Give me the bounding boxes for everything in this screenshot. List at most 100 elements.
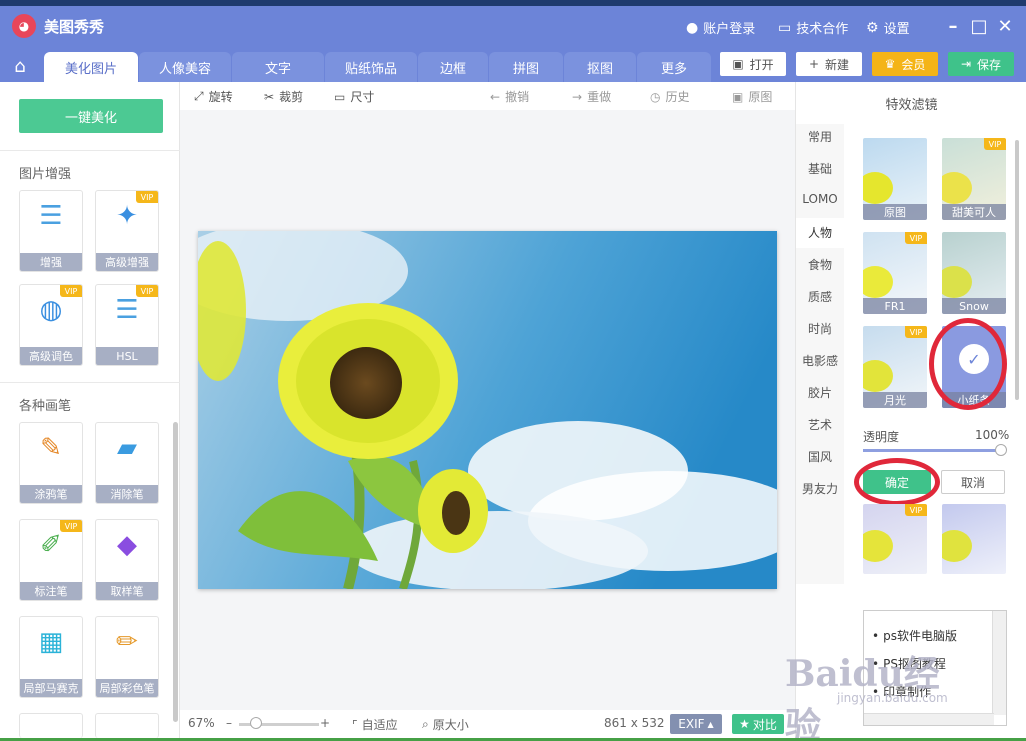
magic-wand-icon: ✦	[116, 201, 138, 231]
maximize-button[interactable]: □	[966, 14, 992, 38]
baidu-watermark: Baidu经验 jingyan.baidu.com	[785, 645, 975, 741]
filter-more-1[interactable]: VIP	[863, 504, 927, 574]
category-lomo[interactable]: LOMO	[796, 192, 844, 206]
save-button[interactable]: ⇥ 保存	[948, 52, 1014, 76]
fit-button[interactable]: ⌜ 自适应	[352, 716, 398, 733]
actual-size-button[interactable]: ⌕ 原大小	[422, 716, 469, 733]
export-icon: ⇥	[960, 57, 972, 71]
cancel-button[interactable]: 取消	[941, 470, 1005, 494]
popup-item[interactable]: • ps软件电脑版	[872, 627, 957, 644]
compare-button[interactable]: ★ 对比	[732, 714, 784, 734]
tab-portrait[interactable]: 人像美容	[139, 52, 231, 82]
filter-sweet[interactable]: VIP 甜美可人	[942, 138, 1006, 220]
filter-thumb-flower	[863, 530, 893, 562]
category-film[interactable]: 胶片	[796, 384, 844, 401]
tool-doodle-brush[interactable]: ✎ 涂鸦笔	[19, 422, 83, 504]
filter-scrollbar[interactable]	[1015, 140, 1019, 400]
minimize-button[interactable]: –	[940, 14, 966, 38]
tab-more[interactable]: 更多	[637, 52, 711, 82]
filter-more-2[interactable]	[942, 504, 1006, 574]
resize-icon: ▭	[334, 89, 346, 104]
filter-original[interactable]: 原图	[863, 138, 927, 220]
filter-label: 月光	[863, 392, 927, 408]
close-button[interactable]: ✕	[992, 14, 1018, 38]
filter-thumb-flower	[942, 530, 972, 562]
tab-collage[interactable]: 拼图	[489, 52, 563, 82]
cooperation-link[interactable]: ▭ 技术合作	[778, 18, 848, 38]
tab-cutout[interactable]: 抠图	[564, 52, 636, 82]
redo-button[interactable]: → 重做	[572, 88, 611, 105]
tool-label: 标注笔	[20, 582, 82, 600]
left-scrollbar[interactable]	[173, 422, 178, 722]
new-button[interactable]: + 新建	[796, 52, 862, 76]
category-art[interactable]: 艺术	[796, 416, 844, 433]
tool-label: 增强	[20, 253, 82, 271]
highlight-circle	[929, 318, 1007, 410]
settings-label: 设置	[883, 22, 910, 37]
zoom-in-button[interactable]: +	[320, 716, 330, 730]
tool-more-1[interactable]	[19, 713, 83, 738]
category-film-look[interactable]: 电影感	[796, 352, 844, 369]
login-link[interactable]: ● 账户登录	[686, 18, 755, 38]
tool-label: HSL	[96, 347, 158, 365]
undo-button[interactable]: ← 撤销	[490, 88, 529, 105]
filter-thumb-flower	[942, 172, 972, 204]
size-button[interactable]: ▭ 尺寸	[334, 88, 374, 105]
member-button[interactable]: ♛ 会员	[872, 52, 938, 76]
tool-more-2[interactable]	[95, 713, 159, 738]
redo-label: 重做	[587, 90, 612, 104]
open-button[interactable]: ▣ 打开	[720, 52, 786, 76]
rotate-icon: ⤢	[194, 89, 204, 103]
image-dimensions: 861 x 532	[604, 716, 665, 730]
home-icon[interactable]: ⌂	[0, 50, 40, 82]
popup-vertical-scrollbar[interactable]	[992, 611, 1006, 715]
tool-label: 高级增强	[96, 253, 158, 271]
tool-enhance[interactable]: ☰ 增强	[19, 190, 83, 272]
exif-button[interactable]: EXIF ▲	[670, 714, 722, 734]
tool-color-brush[interactable]: ✏ 局部彩色笔	[95, 616, 159, 698]
one-key-beautify-button[interactable]: 一键美化	[19, 99, 163, 133]
undo-label: 撤销	[505, 90, 530, 104]
tool-eraser[interactable]: ▰ 消除笔	[95, 422, 159, 504]
tool-annotate-brush[interactable]: VIP ✐ 标注笔	[19, 519, 83, 601]
filter-fr1[interactable]: VIP FR1	[863, 232, 927, 314]
rotate-button[interactable]: ⤢ 旋转	[194, 88, 233, 105]
tool-advanced-enhance[interactable]: VIP ✦ 高级增强	[95, 190, 159, 272]
zoom-slider-handle[interactable]	[250, 717, 262, 729]
tool-mosaic[interactable]: ▦ 局部马赛克	[19, 616, 83, 698]
category-food[interactable]: 食物	[796, 256, 844, 273]
filter-snow[interactable]: Snow	[942, 232, 1006, 314]
gear-icon: ⚙	[866, 19, 879, 36]
open-label: 打开	[749, 57, 774, 72]
tab-stickers[interactable]: 贴纸饰品	[325, 52, 417, 82]
opacity-slider-handle[interactable]	[995, 444, 1007, 456]
zoom-out-button[interactable]: –	[226, 716, 232, 730]
filter-thumb-flower	[863, 266, 893, 298]
category-boyfriend[interactable]: 男友力	[796, 480, 844, 497]
original-button[interactable]: ▣ 原图	[732, 88, 772, 105]
fit-label: 自适应	[361, 718, 398, 732]
tool-advanced-color[interactable]: VIP ◍ 高级调色	[19, 284, 83, 366]
category-common[interactable]: 常用	[796, 128, 844, 145]
opacity-slider-track[interactable]	[863, 449, 1003, 452]
vip-badge: VIP	[905, 232, 927, 244]
tab-text[interactable]: 文字	[232, 52, 324, 82]
category-fashion[interactable]: 时尚	[796, 320, 844, 337]
category-texture[interactable]: 质感	[796, 288, 844, 305]
tool-label: 局部彩色笔	[96, 679, 158, 697]
category-basic[interactable]: 基础	[796, 160, 844, 177]
canvas-area[interactable]	[180, 110, 795, 710]
tool-hsl[interactable]: VIP ☰ HSL	[95, 284, 159, 366]
tab-frames[interactable]: 边框	[418, 52, 488, 82]
category-portrait[interactable]: 人物	[796, 218, 844, 248]
tool-label: 高级调色	[20, 347, 82, 365]
filter-moonlight[interactable]: VIP 月光	[863, 326, 927, 408]
tool-sample-brush[interactable]: ◆ 取样笔	[95, 519, 159, 601]
tab-beautify[interactable]: 美化图片	[44, 52, 138, 82]
history-button[interactable]: ◷ 历史	[650, 88, 690, 105]
section-brushes-title: 各种画笔	[19, 399, 72, 414]
category-chinese-style[interactable]: 国风	[796, 448, 844, 465]
crop-button[interactable]: ✂ 裁剪	[264, 88, 303, 105]
clock-icon: ◷	[650, 89, 661, 104]
settings-link[interactable]: ⚙ 设置	[866, 18, 910, 38]
